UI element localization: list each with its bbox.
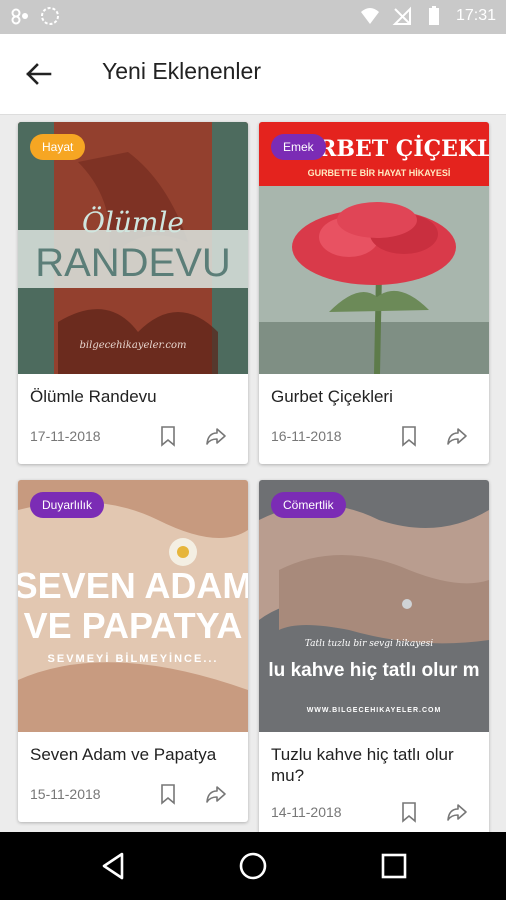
- story-title: Ölümle Randevu: [30, 387, 157, 406]
- sync-icon: [41, 7, 59, 25]
- image-text-small: Tatlı tuzlu bir sevgi hikayesi: [305, 639, 433, 649]
- image-watermark: WWW.BILGECEHIKAYELER.COM: [307, 707, 442, 714]
- status-bar: 17:31: [0, 0, 506, 34]
- story-date: 15-11-2018: [30, 786, 101, 802]
- share-icon[interactable]: [204, 782, 228, 806]
- image-text-sub: GURBETTE BİR HAYAT HİKAYESİ: [308, 168, 451, 178]
- bookmark-icon[interactable]: [397, 424, 421, 448]
- image-text-top: Ölümle: [82, 205, 184, 239]
- bookmark-icon[interactable]: [156, 424, 180, 448]
- story-date: 17-11-2018: [30, 428, 101, 444]
- battery-icon: [428, 6, 439, 25]
- story-date: 16-11-2018: [271, 428, 342, 444]
- share-icon[interactable]: [204, 424, 228, 448]
- story-image: Tatlı tuzlu bir sevgi hikayesi lu kahve …: [259, 480, 489, 732]
- story-title: Gurbet Çiçekleri: [271, 387, 393, 406]
- category-badge: Duyarlılık: [30, 492, 105, 518]
- notification-icon: [11, 8, 28, 25]
- story-card[interactable]: SEVEN ADAM VE PAPATYA SEVMEYİ BİLMEYİNCE…: [18, 480, 248, 822]
- image-watermark: bilgecehikayeler.com: [80, 340, 187, 351]
- bookmark-icon[interactable]: [397, 800, 421, 824]
- app-bar: Yeni Eklenenler: [0, 34, 506, 115]
- back-arrow-icon[interactable]: [20, 56, 56, 92]
- story-grid: Ölümle RANDEVU bilgecehikayeler.com Haya…: [0, 114, 506, 832]
- nav-back-icon[interactable]: [98, 850, 130, 882]
- image-text-sub: SEVMEYİ BİLMEYİNCE...: [48, 652, 219, 665]
- page-title: Yeni Eklenenler: [102, 58, 261, 84]
- image-text-main: RANDEVU: [35, 241, 231, 285]
- image-text-top: SEVEN ADAM: [18, 565, 248, 606]
- story-date: 14-11-2018: [271, 804, 342, 820]
- story-image: SEVEN ADAM VE PAPATYA SEVMEYİ BİLMEYİNCE…: [18, 480, 248, 732]
- story-image: GURBET ÇİÇEKLERİ GURBETTE BİR HAYAT HİKA…: [259, 122, 489, 374]
- story-image: Ölümle RANDEVU bilgecehikayeler.com Haya…: [18, 122, 248, 374]
- story-card[interactable]: Ölümle RANDEVU bilgecehikayeler.com Haya…: [18, 122, 248, 464]
- nav-home-icon[interactable]: [237, 850, 269, 882]
- story-title: Tuzlu kahve hiç tatlı olur mu?: [271, 745, 454, 785]
- image-text-main: VE PAPATYA: [24, 605, 243, 646]
- story-title: Seven Adam ve Papatya: [30, 745, 217, 764]
- story-card[interactable]: GURBET ÇİÇEKLERİ GURBETTE BİR HAYAT HİKA…: [259, 122, 489, 464]
- status-time: 17:31: [455, 7, 496, 24]
- category-badge: Emek: [271, 134, 326, 160]
- share-icon[interactable]: [445, 424, 469, 448]
- no-signal-icon: [392, 6, 411, 25]
- category-badge: Cömertlik: [271, 492, 346, 518]
- story-card[interactable]: Tatlı tuzlu bir sevgi hikayesi lu kahve …: [259, 480, 489, 832]
- navigation-bar: [0, 832, 506, 900]
- category-badge: Hayat: [30, 134, 86, 160]
- image-text-main: lu kahve hiç tatlı olur m: [268, 660, 479, 681]
- share-icon[interactable]: [445, 800, 469, 824]
- nav-recents-icon[interactable]: [378, 850, 410, 882]
- bookmark-icon[interactable]: [156, 782, 180, 806]
- wifi-icon: [360, 8, 379, 24]
